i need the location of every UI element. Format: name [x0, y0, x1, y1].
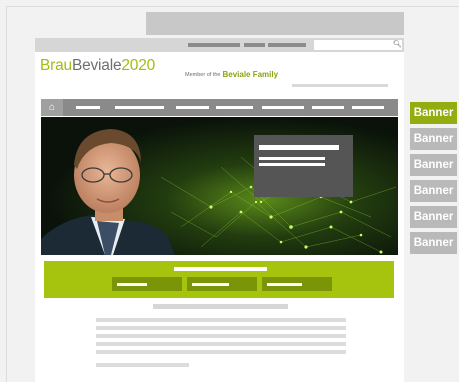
- nav-item[interactable]: [76, 106, 100, 109]
- content-text-line: [96, 350, 346, 354]
- banner-tab[interactable]: Banner: [410, 102, 457, 124]
- brand-logo[interactable]: BrauBeviale2020: [40, 57, 155, 75]
- teaser-headline: [259, 145, 339, 150]
- nav-item[interactable]: [312, 106, 344, 109]
- search-icon[interactable]: 🔍︎: [393, 40, 402, 50]
- member-family-name: Beviale Family: [222, 70, 279, 79]
- content-text-line: [96, 363, 189, 367]
- content-text-line: [96, 318, 346, 322]
- utility-link[interactable]: [268, 43, 306, 47]
- banner-tab[interactable]: Banner: [410, 232, 457, 254]
- logo-beviale: Beviale: [71, 57, 122, 74]
- banner-tab[interactable]: Banner: [410, 128, 457, 150]
- nav-item[interactable]: [262, 106, 304, 109]
- teaser-text-line: [259, 163, 325, 166]
- banner-tab[interactable]: Banner: [410, 180, 457, 202]
- home-icon[interactable]: ⌂: [41, 99, 63, 116]
- content-text-line: [96, 326, 346, 330]
- logo-year: 2020: [121, 57, 156, 74]
- nav-item[interactable]: [176, 106, 209, 109]
- feature-button-label: [117, 283, 147, 286]
- nav-item[interactable]: [216, 106, 253, 109]
- feature-band-title: [174, 267, 267, 271]
- banner-tab[interactable]: Banner: [410, 206, 457, 228]
- nav-item[interactable]: [115, 106, 164, 109]
- wireframe-canvas: 🔍︎ BrauBeviale2020 Member of the Beviale …: [0, 0, 459, 382]
- content-heading: [153, 304, 288, 309]
- member-of-family: Member of the Beviale Family: [185, 71, 278, 79]
- feature-button-label: [267, 283, 302, 286]
- search-input[interactable]: [314, 40, 402, 50]
- feature-button-label: [192, 283, 229, 286]
- utility-link[interactable]: [244, 43, 265, 47]
- content-text-line: [96, 334, 346, 338]
- top-banner-placeholder[interactable]: [146, 12, 404, 35]
- teaser-text-line: [259, 157, 325, 160]
- nav-item[interactable]: [352, 106, 384, 109]
- utility-link[interactable]: [188, 43, 240, 47]
- logo-brau: Brau: [40, 57, 72, 74]
- header-text-placeholder: [292, 84, 388, 87]
- hero-teaser-box[interactable]: [254, 135, 353, 197]
- banner-tab[interactable]: Banner: [410, 154, 457, 176]
- member-prefix: Member of the: [185, 72, 221, 78]
- content-text-line: [96, 342, 346, 346]
